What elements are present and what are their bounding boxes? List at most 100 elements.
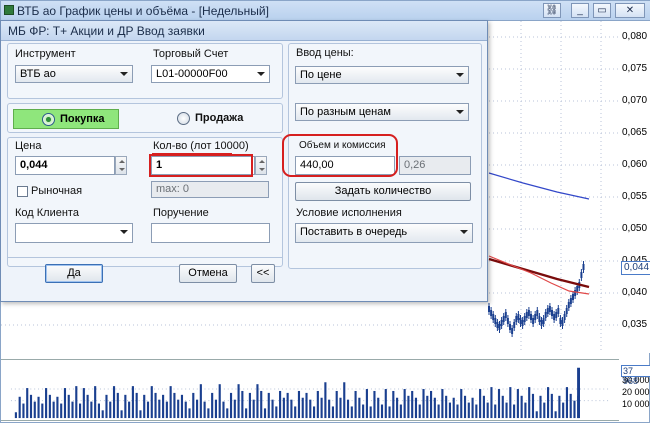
- volume-bar: [245, 408, 248, 419]
- volume-bar: [399, 404, 402, 419]
- candle-body: [565, 308, 568, 314]
- volume-bar: [203, 401, 206, 419]
- volume-bar: [263, 408, 267, 419]
- volume-chart[interactable]: [1, 359, 619, 421]
- ok-button[interactable]: Да: [45, 264, 103, 283]
- collapse-button[interactable]: <<: [251, 264, 275, 283]
- client-code-select[interactable]: [15, 223, 133, 243]
- volume-bar: [116, 392, 119, 419]
- volume-highlight: [282, 134, 398, 177]
- candle-body: [559, 318, 562, 324]
- quantity-stepper[interactable]: [255, 156, 267, 175]
- maximize-button[interactable]: ▭: [593, 3, 611, 18]
- price-mode-select[interactable]: По цене: [295, 66, 469, 84]
- chart-app-icon: [4, 5, 14, 15]
- volume-bar: [441, 389, 444, 419]
- condition-value: Поставить в очередь: [300, 226, 408, 238]
- close-button[interactable]: ✕: [615, 3, 645, 18]
- instrument-select[interactable]: ВТБ ао: [15, 65, 133, 83]
- candle-body: [517, 314, 520, 320]
- volume-bar: [237, 384, 240, 419]
- candle-body: [504, 312, 507, 318]
- cancel-button[interactable]: Отмена: [179, 264, 237, 283]
- volume-bar: [448, 402, 451, 419]
- volume-bar: [207, 408, 210, 419]
- sell-label: Продажа: [195, 112, 244, 124]
- quantity-label: Кол-во (лот 10000): [153, 140, 249, 152]
- price-input[interactable]: 0,044: [15, 156, 115, 175]
- instrument-value: ВТБ ао: [20, 68, 56, 80]
- instruction-input[interactable]: [151, 223, 270, 243]
- account-value: L01-00000F00: [156, 68, 228, 80]
- volume-bar: [252, 399, 255, 419]
- separator: [7, 257, 283, 258]
- volume-bar: [305, 392, 308, 419]
- candle-body: [536, 310, 539, 316]
- volume-bar: [75, 386, 78, 419]
- volume-bar: [426, 395, 429, 419]
- volume-bar: [513, 404, 516, 419]
- volume-bar: [475, 404, 478, 419]
- candle-body: [567, 302, 570, 308]
- set-quantity-button[interactable]: Задать количество: [295, 182, 471, 201]
- candle-body: [523, 316, 526, 322]
- volume-bar: [192, 392, 195, 419]
- commission-field: 0,26: [399, 156, 471, 175]
- volume-bar: [569, 393, 572, 419]
- volume-bar: [494, 404, 497, 419]
- volume-bar: [180, 394, 184, 419]
- candle-body: [519, 318, 522, 324]
- volume-bar: [260, 390, 263, 419]
- chevron-down-icon: [456, 73, 464, 77]
- volume-bar: [120, 410, 123, 419]
- volume-bar: [339, 397, 342, 419]
- price-mode-select-2[interactable]: По разным ценам: [295, 103, 469, 121]
- candle-body: [542, 318, 545, 324]
- volume-tick: 10 000: [622, 399, 650, 409]
- buy-radio[interactable]: [42, 113, 55, 126]
- candle-body: [513, 322, 516, 328]
- volume-bar: [328, 399, 331, 419]
- volume-bar: [418, 404, 421, 419]
- volume-bar: [275, 406, 278, 419]
- volume-bar: [505, 402, 508, 419]
- condition-select[interactable]: Поставить в очередь: [295, 223, 473, 243]
- volume-bar: [369, 406, 372, 419]
- minimize-button[interactable]: _: [571, 3, 589, 18]
- volume-bar: [37, 396, 40, 419]
- candle-body: [527, 310, 530, 316]
- instrument-label: Инструмент: [15, 48, 76, 60]
- volume-bar: [335, 390, 338, 419]
- volume-bar: [358, 397, 361, 419]
- market-checkbox[interactable]: [17, 186, 28, 197]
- candle-body: [525, 312, 528, 318]
- candle-body: [498, 324, 501, 330]
- price-mode-value-2: По разным ценам: [300, 106, 391, 118]
- condition-label: Условие исполнения: [296, 207, 402, 219]
- volume-bar: [350, 406, 353, 419]
- volume-bar: [60, 403, 63, 419]
- candle-body: [496, 322, 499, 328]
- volume-bar: [388, 406, 391, 419]
- volume-bar: [218, 384, 221, 419]
- buy-option[interactable]: Покупка: [13, 109, 119, 129]
- account-select[interactable]: L01-00000F00: [151, 65, 270, 83]
- volume-bar: [380, 404, 384, 419]
- volume-bar: [241, 390, 244, 419]
- volume-bar: [320, 397, 323, 419]
- price-tick: 0,055: [622, 191, 648, 202]
- volume-bar: [226, 408, 229, 419]
- link-icon[interactable]: ⛓: [543, 3, 561, 18]
- candle-body: [530, 314, 532, 320]
- volume-bar: [158, 399, 161, 419]
- volume-bar: [282, 397, 285, 419]
- volume-bar: [286, 392, 289, 419]
- volume-bar: [248, 392, 251, 419]
- client-code-label: Код Клиента: [15, 207, 79, 219]
- volume-bar: [45, 388, 48, 419]
- candle-body: [494, 318, 497, 324]
- sell-radio[interactable]: [177, 112, 190, 125]
- price-tick: 0,075: [622, 63, 648, 74]
- price-tick: 0,050: [622, 223, 648, 234]
- price-stepper[interactable]: [115, 156, 127, 175]
